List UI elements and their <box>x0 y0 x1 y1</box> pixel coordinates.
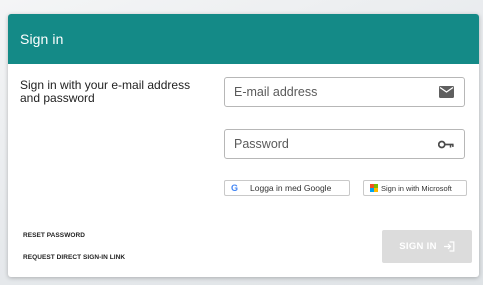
sign-in-arrow-icon <box>443 241 455 252</box>
sign-in-button[interactable]: SIGN IN <box>382 230 472 263</box>
page-title: Sign in <box>20 31 64 47</box>
key-icon <box>438 137 454 151</box>
envelope-icon <box>438 85 454 99</box>
password-input[interactable] <box>234 137 438 151</box>
reset-password-link[interactable]: RESET PASSWORD <box>23 232 85 239</box>
request-sign-in-link[interactable]: REQUEST DIRECT SIGN-IN LINK <box>23 254 125 261</box>
microsoft-sign-in-button[interactable]: Sign in with Microsoft <box>363 180 467 196</box>
email-input[interactable] <box>234 85 438 99</box>
intro-text: Sign in with your e-mail address and pas… <box>20 78 191 105</box>
sign-in-card: Sign in Sign in with your e-mail address… <box>8 14 479 277</box>
sign-in-button-label: SIGN IN <box>399 241 437 252</box>
password-field[interactable] <box>224 129 465 159</box>
microsoft-logo-icon <box>370 184 378 192</box>
google-sign-in-button[interactable]: G Logga in med Google <box>224 180 350 196</box>
email-field[interactable] <box>224 77 465 107</box>
google-logo-icon: G <box>231 183 239 193</box>
google-sign-in-label: Logga in med Google <box>250 183 332 193</box>
microsoft-sign-in-label: Sign in with Microsoft <box>381 183 452 193</box>
card-header: Sign in <box>8 14 479 64</box>
